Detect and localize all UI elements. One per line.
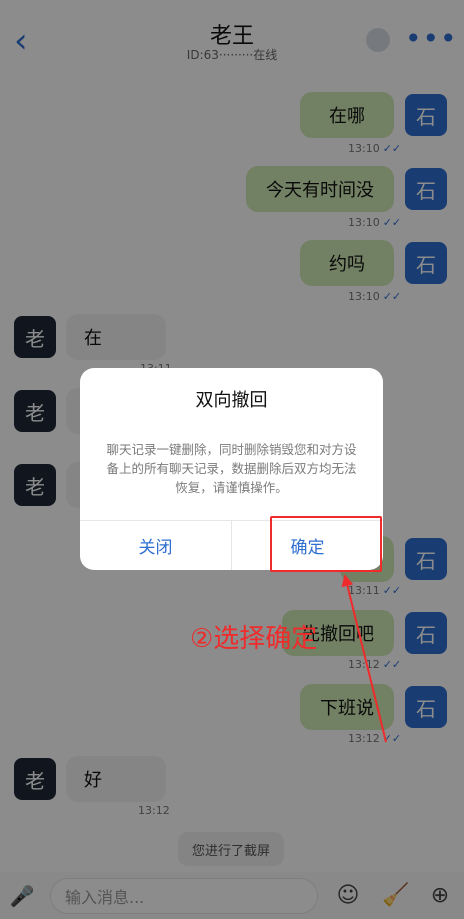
highlight-box bbox=[270, 516, 382, 572]
annotation-text: ②选择确定 bbox=[190, 624, 318, 654]
chat-screen: ‹ 老王 ID:63·········在线 ••• 在哪 石 13:10 ✓✓ 今… bbox=[0, 0, 464, 919]
dialog-title: 双向撤回 bbox=[195, 390, 268, 411]
dialog-body: 聊天记录一键删除，同时删除销毁您和对方设备上的所有聊天记录，数据删除后双方均无法… bbox=[106, 442, 357, 495]
close-button[interactable]: 关闭 bbox=[80, 520, 231, 570]
